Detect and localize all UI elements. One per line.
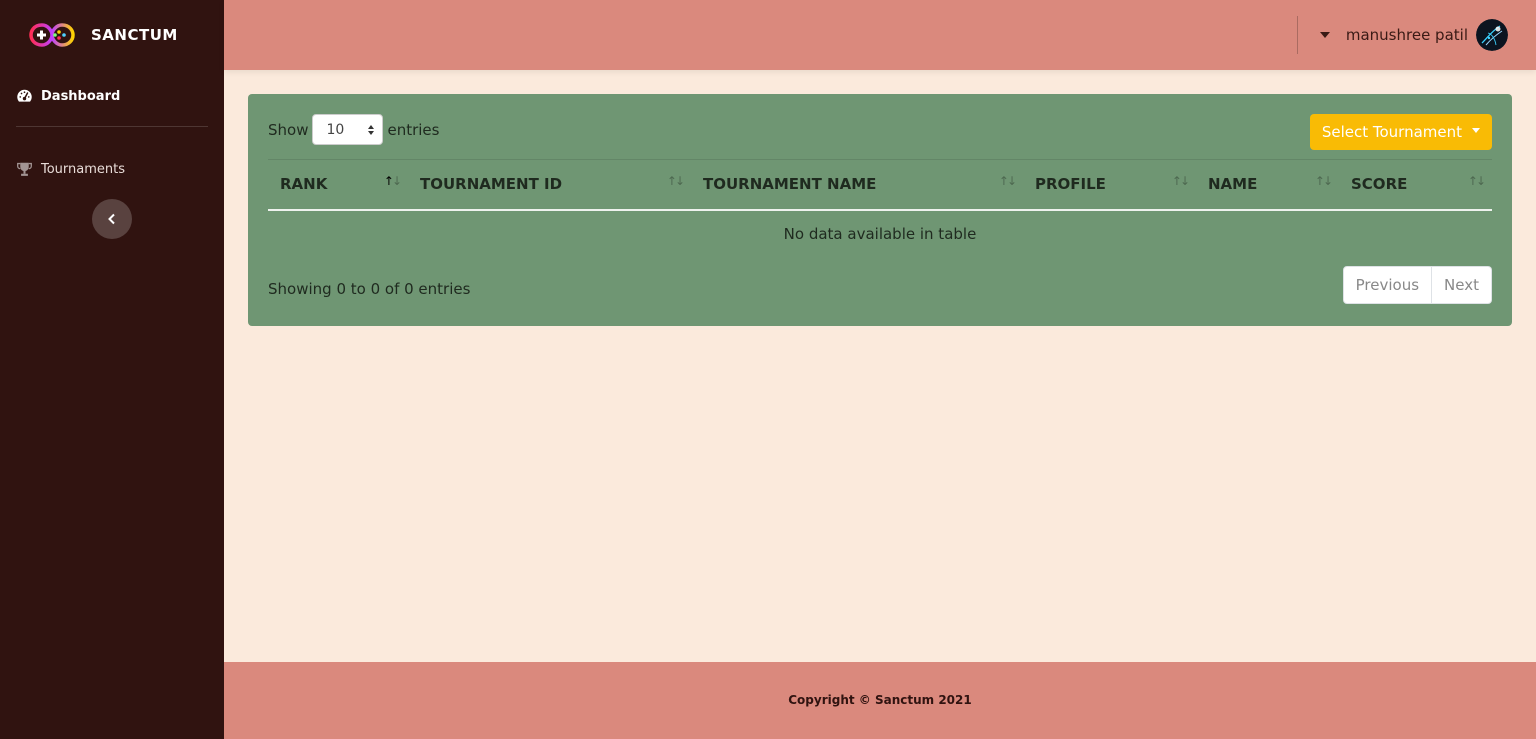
pagination: Previous Next: [1342, 266, 1492, 304]
copyright-text: Copyright © Sanctum 2021: [788, 693, 972, 707]
user-name: manushree patil: [1345, 26, 1468, 44]
table-header-row: RANK ↑↓ TOURNAMENT ID ↑↓ TOURNAMENT NAME ↑↓…: [268, 159, 1492, 211]
brand-name: SANCTUM: [91, 26, 178, 44]
column-header-score[interactable]: SCORE ↑↓: [1339, 159, 1492, 211]
sort-icon: ↑↓: [383, 174, 402, 188]
table-row: No data available in table: [268, 210, 1492, 258]
column-header-rank[interactable]: RANK ↑↓: [268, 159, 408, 211]
sidebar-toggle-button[interactable]: [92, 199, 132, 239]
select-tournament-button[interactable]: Select Tournament: [1309, 114, 1492, 150]
sort-icon: ↑↓: [666, 174, 685, 188]
select-arrows-icon: [368, 124, 375, 135]
column-header-profile[interactable]: PROFILE ↑↓: [1023, 159, 1196, 211]
sidebar-divider: [16, 126, 208, 127]
sort-icon: ↑↓: [1314, 174, 1333, 188]
sidebar-item-tournaments[interactable]: Tournaments: [16, 161, 125, 178]
sort-icon: ↑↓: [1467, 174, 1486, 188]
brand[interactable]: SANCTUM: [28, 20, 178, 50]
entries-label: entries: [387, 120, 440, 139]
chevron-left-icon: [108, 213, 115, 225]
dashboard-gauge-icon: [17, 89, 32, 102]
sort-icon: ↑↓: [998, 174, 1017, 188]
column-header-tournament-id[interactable]: TOURNAMENT ID ↑↓: [408, 159, 691, 211]
select-tournament-label: Select Tournament: [1321, 123, 1462, 141]
column-header-name[interactable]: NAME ↑↓: [1196, 159, 1339, 211]
user-menu[interactable]: manushree patil: [1319, 19, 1508, 51]
avatar: [1476, 19, 1508, 51]
column-header-tournament-name[interactable]: TOURNAMENT NAME ↑↓: [691, 159, 1023, 211]
sort-icon: ↑↓: [1171, 174, 1190, 188]
empty-table-message: No data available in table: [783, 225, 977, 243]
trophy-icon: [17, 162, 32, 176]
sidebar-item-label: Tournaments: [41, 162, 126, 177]
previous-button[interactable]: Previous: [1342, 266, 1433, 304]
topbar: manushree patil: [224, 0, 1536, 70]
rankings-table: RANK ↑↓ TOURNAMENT ID ↑↓ TOURNAMENT NAME ↑↓…: [268, 159, 1492, 258]
sidebar-item-label: Dashboard: [41, 89, 121, 104]
gamepad-infinity-icon: [29, 23, 75, 47]
sidebar: SANCTUM Dashboard Tournaments: [0, 0, 224, 739]
rankings-card: Show 10 entries Select Tournament RANK ↑↓…: [248, 94, 1512, 326]
caret-down-icon: [1472, 127, 1480, 133]
footer: Copyright © Sanctum 2021: [224, 662, 1536, 739]
entries-select-value: 10: [326, 121, 345, 138]
entries-length-control: Show 10 entries: [268, 114, 439, 145]
show-label: Show: [268, 120, 309, 139]
entries-select[interactable]: 10: [312, 114, 384, 145]
next-button[interactable]: Next: [1432, 266, 1492, 304]
sidebar-item-dashboard[interactable]: Dashboard: [16, 88, 120, 105]
caret-down-icon: [1319, 32, 1330, 38]
table-info: Showing 0 to 0 of 0 entries: [268, 280, 471, 298]
topbar-divider: [1297, 16, 1298, 54]
